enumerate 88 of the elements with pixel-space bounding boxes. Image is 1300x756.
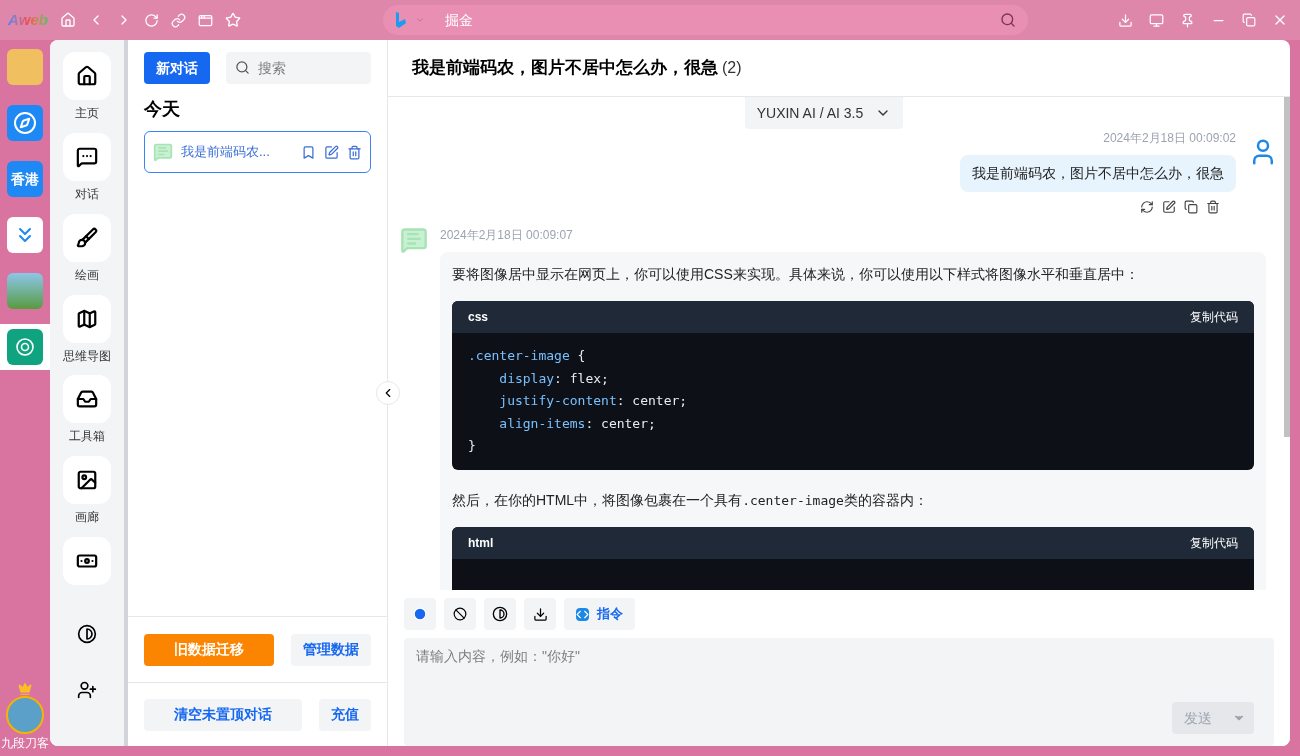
theme-icon[interactable] [77, 624, 97, 644]
address-text: 掘金 [445, 10, 473, 30]
nav-label: 绘画 [75, 266, 99, 284]
recharge-button[interactable]: 充值 [319, 698, 371, 731]
history-button[interactable] [404, 598, 436, 630]
nav-button[interactable] [63, 375, 111, 424]
home-icon[interactable] [60, 12, 76, 28]
window-icon[interactable] [198, 12, 213, 28]
ai-logo-icon [13, 335, 37, 359]
collapse-button[interactable] [376, 381, 400, 405]
link-icon[interactable] [171, 12, 186, 28]
compass-icon [13, 111, 37, 135]
code-line: .center-image { [468, 347, 587, 365]
chat-icon [76, 145, 98, 168]
ai-app[interactable] [7, 329, 43, 365]
search-field[interactable]: 搜索 [226, 52, 371, 84]
nav-label: 工具箱 [69, 428, 105, 446]
home-icon [76, 65, 98, 87]
nav-label: 画廊 [75, 509, 99, 527]
edit-icon[interactable] [324, 144, 339, 160]
image-icon [76, 469, 98, 492]
clear-button[interactable] [444, 598, 476, 630]
code-line: justify-content: center; [498, 392, 689, 410]
edit-icon[interactable] [1162, 200, 1176, 214]
map-icon [76, 307, 98, 330]
refresh-icon[interactable] [144, 12, 159, 28]
delete-icon[interactable] [347, 144, 362, 160]
add-user-icon[interactable] [77, 680, 97, 700]
bookmark-icon[interactable] [301, 144, 316, 160]
conversation-title: 我是前端码农... [181, 143, 271, 162]
nav-button[interactable] [63, 537, 111, 586]
user-message: 我是前端码农，图片不居中怎么办，很急 [960, 155, 1236, 192]
nav-button[interactable] [63, 132, 111, 181]
assistant-avatar-icon [400, 226, 428, 254]
code-line: align-items: center; [498, 414, 657, 433]
nav-button[interactable] [63, 52, 111, 100]
star-icon[interactable] [225, 12, 241, 28]
monitor-icon[interactable] [1149, 12, 1164, 28]
copy-code-button[interactable]: 复制代码 [1190, 308, 1238, 326]
nav-button[interactable] [63, 213, 111, 262]
download-button[interactable] [524, 598, 556, 630]
nav-label: 对话 [75, 185, 99, 203]
ban-icon [453, 607, 467, 621]
search-icon[interactable] [1000, 12, 1016, 28]
pin-icon[interactable] [1180, 12, 1195, 28]
model-selector[interactable]: YUXIN AI / AI 3.5 [744, 97, 904, 129]
stack-app[interactable] [7, 217, 43, 253]
scrollbar[interactable] [1284, 97, 1290, 437]
nav-button[interactable] [63, 456, 111, 505]
migrate-data-button[interactable]: 旧数据迁移 [144, 633, 274, 666]
group-heading: 今天 [143, 98, 181, 121]
contrast-icon [492, 606, 508, 622]
compass-app[interactable] [7, 105, 43, 141]
nav-button[interactable] [63, 294, 111, 343]
code-icon [576, 607, 589, 621]
app-tile[interactable]: 香港 [7, 161, 43, 197]
conversation-item[interactable]: 我是前端码农... [144, 131, 371, 173]
chat-bubble-icon [153, 142, 173, 162]
download-icon [532, 606, 548, 622]
brush-icon [76, 226, 98, 249]
message-count: (2) [722, 58, 742, 78]
message-text: 然后，在你的HTML中，将图像包裹在一个具有.center-image类的容器内： [452, 490, 929, 510]
nav-label: 主页 [75, 105, 99, 122]
message-text: 要将图像居中显示在网页上，你可以使用CSS来实现。具体来说，你可以使用以下样式将图像水平和垂直居中： [452, 265, 1140, 284]
restore-icon[interactable] [1242, 13, 1256, 27]
download-icon[interactable] [1118, 12, 1133, 28]
manage-data-button[interactable]: 管理数据 [291, 633, 371, 666]
clear-chats-button[interactable]: 清空未置顶对话 [144, 698, 302, 731]
theme-button[interactable] [484, 598, 516, 630]
code-line: display: flex; [498, 369, 610, 388]
code-line: } [468, 437, 477, 455]
code-language: css [468, 309, 489, 326]
copy-icon[interactable] [1184, 200, 1198, 214]
address-bar[interactable]: 掘金 [383, 5, 1028, 35]
message-time: 2024年2月18日 00:09:07 [440, 227, 574, 244]
regenerate-icon[interactable] [1140, 200, 1154, 214]
nav-label: 思维导图 [63, 347, 111, 365]
search-icon [235, 60, 250, 75]
search-engine-logo [395, 11, 407, 29]
delete-icon[interactable] [1206, 200, 1220, 214]
user-name: 九段刀客 [1, 735, 49, 752]
code-language: html [468, 534, 494, 552]
crown-icon [18, 682, 32, 696]
message-time: 2024年2月18日 00:09:02 [1103, 130, 1236, 147]
copy-code-button[interactable]: 复制代码 [1190, 533, 1238, 552]
command-button[interactable]: 指令 [564, 598, 635, 630]
new-chat-button[interactable]: 新对话 [144, 52, 210, 84]
chat-title: 我是前端码农，图片不居中怎么办，很急 [412, 57, 718, 80]
